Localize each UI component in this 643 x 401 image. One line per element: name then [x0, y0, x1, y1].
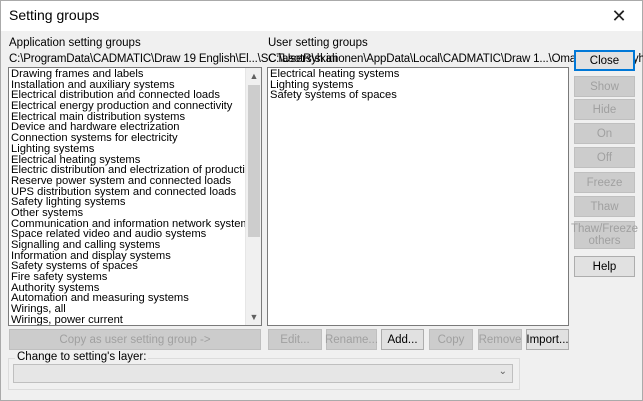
close-button[interactable]: Close	[574, 50, 635, 71]
user-groups-list[interactable]: Electrical heating systems Lighting syste…	[267, 67, 569, 326]
close-icon[interactable]: ✕	[596, 1, 642, 31]
help-button[interactable]: Help	[574, 256, 635, 277]
list-item[interactable]: Safety systems of spaces	[270, 90, 399, 101]
rename-button[interactable]: Rename...	[325, 329, 378, 350]
remove-button[interactable]: Remove	[478, 329, 522, 350]
chevron-down-icon[interactable]: ⌄	[499, 366, 507, 377]
layer-select[interactable]: ⌄	[13, 364, 513, 383]
thaw-button[interactable]: Thaw	[574, 196, 635, 217]
scroll-thumb[interactable]	[248, 85, 260, 237]
thaw-freeze-others-button[interactable]: Thaw/Freeze others	[570, 221, 639, 249]
edit-button[interactable]: Edit...	[268, 329, 322, 350]
freeze-button[interactable]: Freeze	[574, 172, 635, 193]
show-button[interactable]: Show	[574, 76, 635, 97]
list-item[interactable]: Wirings, power current	[11, 314, 261, 325]
thaw-freeze-line1: Thaw/Freeze	[570, 223, 639, 235]
scroll-up-icon[interactable]: ▲	[246, 68, 261, 84]
copy-button[interactable]: Copy	[429, 329, 473, 350]
scroll-down-icon[interactable]: ▼	[246, 309, 261, 325]
app-groups-heading: Application setting groups	[9, 37, 141, 49]
app-groups-items: Drawing frames and labels Installation an…	[11, 69, 261, 325]
user-groups-items: Electrical heating systems Lighting syste…	[270, 69, 399, 101]
copy-as-user-group-button[interactable]: Copy as user setting group ->	[9, 329, 261, 350]
off-button[interactable]: Off	[574, 147, 635, 168]
app-groups-list[interactable]: Drawing frames and labels Installation an…	[8, 67, 262, 326]
list-item[interactable]: Reserve power system and connected loads	[11, 175, 261, 187]
window-title: Setting groups	[9, 7, 100, 23]
import-button[interactable]: Import...	[526, 329, 569, 350]
title-bar: Setting groups ✕	[1, 1, 642, 31]
layer-label: Change to setting's layer:	[15, 351, 149, 363]
user-groups-heading: User setting groups	[268, 37, 368, 49]
list-item[interactable]: Lighting systems	[11, 143, 261, 155]
add-button[interactable]: Add...	[381, 329, 424, 350]
app-groups-scrollbar[interactable]: ▲ ▼	[245, 68, 261, 325]
hide-button[interactable]: Hide	[574, 99, 635, 120]
thaw-freeze-line2: others	[588, 235, 621, 247]
on-button[interactable]: On	[574, 123, 635, 144]
setting-groups-dialog: Setting groups ✕ Application setting gro…	[0, 0, 643, 401]
